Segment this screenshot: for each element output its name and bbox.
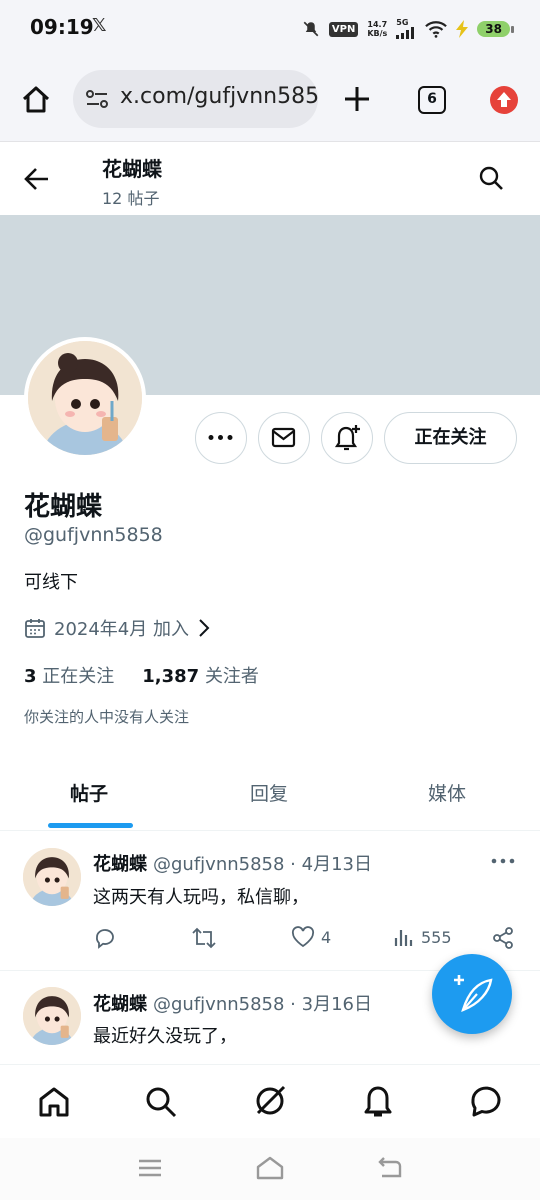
tweet-author-name[interactable]: 花蝴蝶 xyxy=(93,994,147,1015)
tweet-text: 最近好久没玩了， xyxy=(93,1026,237,1047)
url-bar[interactable]: x.com/gufjvnn5858 xyxy=(73,70,318,128)
profile-bio: 可线下 xyxy=(24,572,78,593)
charging-bolt-icon xyxy=(456,20,469,38)
reply-icon xyxy=(96,929,114,949)
display-name: 花蝴蝶 xyxy=(24,492,103,522)
following-button[interactable]: 正在关注 xyxy=(384,412,517,464)
grok-icon[interactable] xyxy=(252,1083,288,1119)
profile-tabs: 帖子 回复 媒体 xyxy=(0,763,540,831)
tweet-avatar[interactable] xyxy=(23,848,81,906)
avatar-illustration xyxy=(23,848,81,906)
following-count: 3 xyxy=(24,666,37,687)
retweet-icon xyxy=(192,927,216,949)
reply-button[interactable] xyxy=(93,926,117,950)
views-chart-icon xyxy=(394,930,413,946)
upgrade-button[interactable] xyxy=(490,86,518,114)
message-button[interactable] xyxy=(258,412,310,464)
back-arrow-icon[interactable] xyxy=(24,167,50,191)
home-icon[interactable] xyxy=(20,84,52,116)
profile-header: 花蝴蝶 12 帖子 xyxy=(0,143,540,215)
tweet-header: 花蝴蝶 @gufjvnn5858 · 3月16日 xyxy=(93,990,372,1016)
speed-unit: KB/s xyxy=(367,29,388,38)
battery-level: 38 xyxy=(477,21,514,37)
notify-button[interactable] xyxy=(321,412,373,464)
followers-stat[interactable]: 1,387 关注者 xyxy=(142,662,259,688)
speed-value: 14.7 xyxy=(367,20,388,29)
recents-menu-icon[interactable] xyxy=(137,1158,163,1178)
retweet-button[interactable] xyxy=(191,926,217,950)
status-icons: VPN 14.7 KB/s 5G 38 xyxy=(302,16,514,42)
system-navigation-bar xyxy=(0,1138,540,1200)
mail-icon xyxy=(271,427,296,448)
tweet-author-name[interactable]: 花蝴蝶 xyxy=(93,854,147,875)
home-tab-icon[interactable] xyxy=(37,1085,71,1119)
browser-toolbar: x.com/gufjvnn5858 6 xyxy=(0,58,540,142)
compose-post-button[interactable] xyxy=(432,954,512,1034)
followers-label: 关注者 xyxy=(204,666,259,687)
up-arrow-icon xyxy=(497,92,511,107)
bell-plus-icon xyxy=(334,425,360,451)
tab-switcher-button[interactable]: 6 xyxy=(418,86,446,114)
tab-posts[interactable]: 帖子 xyxy=(70,779,108,806)
tab-media[interactable]: 媒体 xyxy=(428,779,466,806)
profile-avatar[interactable] xyxy=(24,337,146,459)
share-icon xyxy=(493,927,513,949)
vpn-badge: VPN xyxy=(328,21,359,37)
bottom-navigation xyxy=(0,1064,540,1138)
explore-search-icon[interactable] xyxy=(144,1085,178,1119)
tweet-avatar[interactable] xyxy=(23,987,81,1045)
tweet[interactable]: 花蝴蝶 @gufjvnn5858 · 4月13日 这两天有人玩吗，私信聊， 4 5… xyxy=(0,832,540,971)
status-bar: 09:19 𝕏 VPN 14.7 KB/s 5G 38 xyxy=(0,0,540,58)
following-stat[interactable]: 3 正在关注 xyxy=(24,662,114,688)
feather-plus-icon xyxy=(454,975,493,1012)
chevron-right-icon xyxy=(199,619,210,637)
like-button[interactable]: 4 xyxy=(291,926,331,948)
tab-replies[interactable]: 回复 xyxy=(250,779,288,806)
avatar-illustration xyxy=(23,987,81,1045)
tweet-text: 这两天有人玩吗，私信聊， xyxy=(93,887,309,908)
mute-bell-icon xyxy=(303,21,319,37)
tweet-meta: @gufjvnn5858 · 3月16日 xyxy=(153,994,372,1015)
notifications-icon[interactable] xyxy=(361,1083,395,1119)
system-back-icon[interactable] xyxy=(376,1156,404,1180)
network-speed: 14.7 KB/s xyxy=(367,20,387,38)
joined-date[interactable]: 2024年4月 加入 xyxy=(24,615,211,641)
search-icon[interactable] xyxy=(478,165,504,191)
followers-count: 1,387 xyxy=(142,666,200,687)
mutual-followers-note: 你关注的人中没有人关注 xyxy=(24,708,190,726)
tweet-meta: @gufjvnn5858 · 4月13日 xyxy=(153,854,372,875)
signal-group: 5G xyxy=(396,19,416,39)
tweet-more-icon[interactable] xyxy=(490,856,516,866)
tweet-actions: 4 555 xyxy=(93,926,518,954)
follow-stats: 3 正在关注 1,387 关注者 xyxy=(24,662,259,688)
x-logo-icon: 𝕏 xyxy=(92,15,107,36)
share-button[interactable] xyxy=(491,926,515,950)
messages-icon[interactable] xyxy=(468,1083,504,1119)
system-home-icon[interactable] xyxy=(255,1155,285,1181)
status-time: 09:19 xyxy=(30,15,94,39)
header-display-name: 花蝴蝶 xyxy=(102,157,162,181)
view-count: 555 xyxy=(421,927,452,947)
profile-handle: @gufjvnn5858 xyxy=(24,524,163,546)
joined-text: 2024年4月 加入 xyxy=(54,619,189,640)
network-type: 5G xyxy=(396,18,409,27)
calendar-icon xyxy=(25,619,45,638)
avatar-illustration xyxy=(28,341,142,455)
like-count: 4 xyxy=(321,927,332,947)
signal-icon xyxy=(396,27,415,39)
more-dots-icon xyxy=(208,435,233,440)
heart-icon xyxy=(291,926,315,948)
wifi-icon xyxy=(425,21,448,38)
new-tab-icon[interactable] xyxy=(343,85,371,113)
active-tab-indicator xyxy=(48,823,133,828)
header-post-count: 12 帖子 xyxy=(102,189,160,208)
more-options-button[interactable] xyxy=(195,412,247,464)
url-text[interactable]: x.com/gufjvnn5858 xyxy=(120,84,318,109)
site-settings-icon[interactable] xyxy=(85,89,109,109)
tweet-header: 花蝴蝶 @gufjvnn5858 · 4月13日 xyxy=(93,850,372,876)
views-button[interactable]: 555 xyxy=(393,926,452,948)
following-label: 正在关注 xyxy=(42,666,115,687)
